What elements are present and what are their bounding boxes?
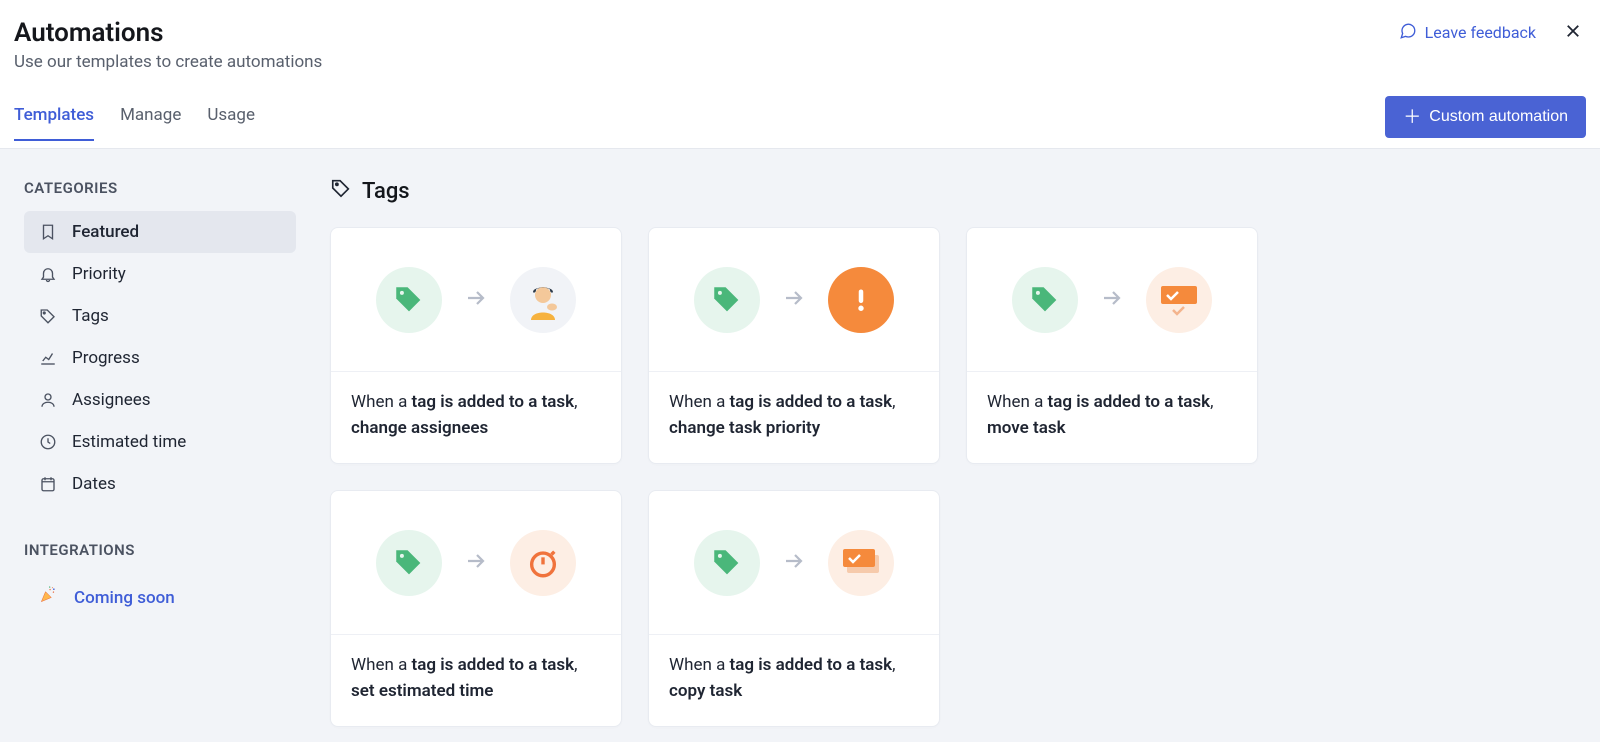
chat-icon (1399, 22, 1417, 44)
custom-automation-button[interactable]: ＋ Custom automation (1385, 96, 1586, 138)
templates-grid: When a tag is added to a task, change as… (330, 227, 1590, 727)
tag-icon (330, 177, 352, 205)
template-card[interactable]: When a tag is added to a task, copy task (648, 490, 940, 727)
sidebar-item-assignees[interactable]: Assignees (24, 379, 296, 421)
card-check-icon (1146, 267, 1212, 333)
confetti-icon (38, 585, 58, 610)
sidebar-item-tags[interactable]: Tags (24, 295, 296, 337)
card-description: When a tag is added to a task, change as… (331, 372, 621, 463)
tag-icon (38, 306, 58, 326)
alert-icon (828, 267, 894, 333)
tab-templates[interactable]: Templates (14, 105, 94, 141)
template-card[interactable]: When a tag is added to a task, change ta… (648, 227, 940, 464)
page-subtitle: Use our templates to create automations (14, 52, 322, 72)
arrow-right-icon (782, 549, 806, 577)
arrow-right-icon (464, 286, 488, 314)
sidebar-item-label: Dates (72, 474, 116, 494)
integrations-heading: INTEGRATIONS (24, 541, 296, 559)
bookmark-icon (38, 222, 58, 242)
card-visual (649, 228, 939, 372)
tag-icon (694, 267, 760, 333)
card-visual (967, 228, 1257, 372)
coming-soon-label: Coming soon (74, 588, 175, 608)
tag-icon (376, 267, 442, 333)
person-icon (38, 390, 58, 410)
close-button[interactable] (1560, 18, 1586, 47)
card-visual (331, 491, 621, 635)
sidebar-item-progress[interactable]: Progress (24, 337, 296, 379)
arrow-right-icon (782, 286, 806, 314)
bell-icon (38, 264, 58, 284)
sidebar-item-label: Progress (72, 348, 140, 368)
card-description: When a tag is added to a task, move task (967, 372, 1257, 463)
template-card[interactable]: When a tag is added to a task, change as… (330, 227, 622, 464)
integrations-coming-soon: Coming soon (24, 573, 296, 622)
page-title: Automations (14, 18, 322, 48)
tab-usage[interactable]: Usage (207, 105, 255, 141)
sidebar-item-priority[interactable]: Priority (24, 253, 296, 295)
tag-icon (1012, 267, 1078, 333)
arrow-right-icon (464, 549, 488, 577)
card-copy-icon (828, 530, 894, 596)
sidebar-item-label: Estimated time (72, 432, 186, 452)
sidebar-item-estimated-time[interactable]: Estimated time (24, 421, 296, 463)
card-description: When a tag is added to a task, copy task (649, 635, 939, 726)
leave-feedback-link[interactable]: Leave feedback (1399, 22, 1536, 44)
card-description: When a tag is added to a task, set estim… (331, 635, 621, 726)
sidebar-item-label: Tags (72, 306, 109, 326)
sidebar: CATEGORIES Featured Priority Tags (0, 149, 320, 742)
main-panel: Tags (320, 149, 1600, 742)
leave-feedback-label: Leave feedback (1425, 23, 1536, 42)
close-icon (1564, 28, 1582, 43)
stopwatch-icon (510, 530, 576, 596)
template-card[interactable]: When a tag is added to a task, move task (966, 227, 1258, 464)
card-visual (649, 491, 939, 635)
sidebar-item-label: Featured (72, 222, 139, 242)
sidebar-item-label: Assignees (72, 390, 151, 410)
arrow-right-icon (1100, 286, 1124, 314)
section-title-label: Tags (362, 179, 410, 204)
card-description: When a tag is added to a task, change ta… (649, 372, 939, 463)
chart-icon (38, 348, 58, 368)
header: Automations Use our templates to create … (0, 0, 1600, 149)
clock-icon (38, 432, 58, 452)
tabs: Templates Manage Usage (14, 105, 255, 140)
tab-manage[interactable]: Manage (120, 105, 181, 141)
template-card[interactable]: When a tag is added to a task, set estim… (330, 490, 622, 727)
sidebar-item-label: Priority (72, 264, 126, 284)
custom-automation-label: Custom automation (1429, 108, 1568, 126)
tag-icon (376, 530, 442, 596)
sidebar-item-featured[interactable]: Featured (24, 211, 296, 253)
categories-heading: CATEGORIES (24, 179, 296, 197)
sidebar-item-dates[interactable]: Dates (24, 463, 296, 505)
tag-icon (694, 530, 760, 596)
section-title: Tags (330, 177, 1590, 205)
plus-icon: ＋ (1403, 108, 1421, 126)
avatar-icon (510, 267, 576, 333)
card-visual (331, 228, 621, 372)
calendar-icon (38, 474, 58, 494)
